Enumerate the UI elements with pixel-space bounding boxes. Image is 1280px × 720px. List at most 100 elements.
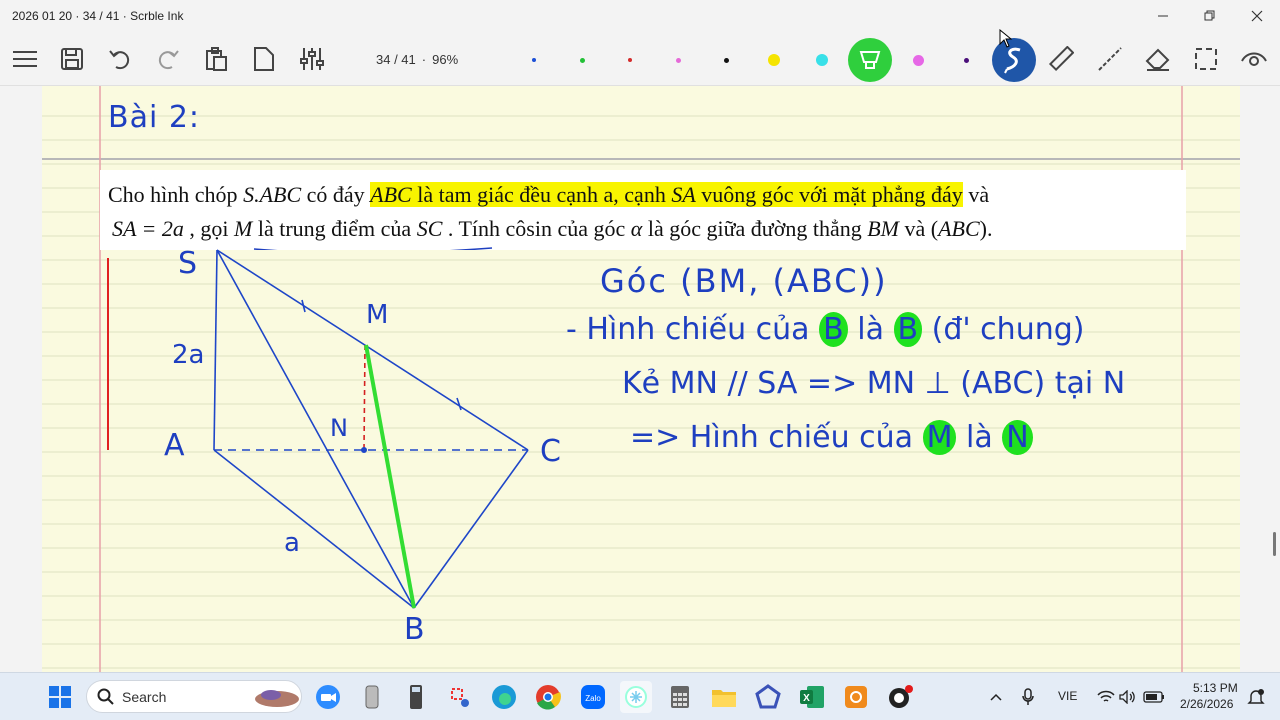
chevron-up-icon — [990, 693, 1002, 701]
pen-color-5[interactable] — [723, 57, 729, 63]
minimize-icon — [1158, 15, 1168, 17]
line-icon — [1098, 47, 1122, 71]
exercise-heading: Bài 2: — [108, 100, 201, 135]
zalo-app[interactable]: Zalo — [577, 681, 609, 713]
microphone-icon — [1022, 688, 1034, 705]
svg-text:Zalo: Zalo — [585, 694, 601, 703]
obs-app[interactable] — [884, 681, 916, 713]
problem-statement: Cho hình chóp S.ABC có đáy ABC là tam gi… — [100, 170, 1186, 250]
separator-dot: · — [421, 52, 427, 67]
chrome-app[interactable] — [532, 681, 564, 713]
scrble-ink-app[interactable] — [620, 681, 652, 713]
casio-app[interactable] — [400, 681, 432, 713]
work-text: - Hình chiếu của — [566, 312, 810, 347]
edge-app[interactable] — [488, 681, 520, 713]
snip-icon — [451, 688, 469, 707]
label-N: N — [330, 414, 348, 442]
work-line-1: Góc (BM, (ABC)) — [600, 262, 888, 300]
windows-icon — [49, 686, 71, 708]
save-icon — [61, 48, 83, 70]
view-button[interactable] — [1234, 38, 1274, 80]
pen-color-4[interactable] — [675, 57, 681, 63]
gallery-app[interactable] — [752, 681, 784, 713]
calculator-icon — [410, 685, 422, 709]
lasso-icon — [1004, 47, 1021, 74]
clipboard-icon — [206, 47, 227, 71]
taskbar: Search Zalo X VIE 5:13 PM 2/26/2026 — [0, 672, 1280, 720]
svg-text:X: X — [803, 693, 810, 704]
pen-color-1[interactable] — [532, 58, 536, 62]
highlighter-tool[interactable] — [848, 38, 892, 82]
menu-button[interactable] — [5, 38, 45, 80]
taskbar-search[interactable]: Search — [86, 680, 302, 713]
app-orange[interactable] — [840, 681, 872, 713]
app-window: 2026 01 20 · 34 / 41 · Scrble Ink 34 / 4… — [0, 0, 1280, 720]
work-highlight-N: N — [1002, 420, 1033, 455]
work-line-4: => Hình chiếu của M là N — [630, 420, 1033, 455]
scrble-ink-icon — [625, 686, 647, 708]
pen-color-7[interactable] — [816, 54, 828, 66]
pen-color-3[interactable] — [628, 58, 632, 62]
label-A: A — [164, 428, 185, 463]
edge-icon — [492, 685, 516, 709]
notifications-button[interactable] — [1240, 681, 1272, 713]
show-hidden-icons-button[interactable] — [980, 681, 1012, 713]
obs-icon — [889, 685, 913, 708]
calculator-small-app[interactable] — [356, 681, 388, 713]
pen-color-9[interactable] — [912, 54, 924, 66]
label-C: C — [540, 434, 561, 469]
paste-button[interactable] — [196, 38, 236, 80]
label-S: S — [178, 246, 198, 281]
redo-button[interactable] — [148, 38, 188, 80]
ruler-tool[interactable] — [1041, 38, 1081, 80]
zoom-icon — [316, 685, 340, 709]
pen-color-2[interactable] — [579, 57, 585, 63]
save-button[interactable] — [52, 38, 92, 80]
page-indicator[interactable]: 34 / 41 · 96% — [376, 52, 458, 67]
restore-button[interactable] — [1187, 0, 1233, 32]
underline-mark — [253, 247, 493, 250]
work-highlight-B: B — [893, 312, 923, 347]
calculator-grid-icon — [671, 686, 689, 708]
input-language[interactable]: VIE — [1058, 689, 1077, 703]
excel-icon: X — [800, 686, 824, 708]
work-highlight-M: M — [922, 420, 957, 455]
minimize-button[interactable] — [1140, 0, 1186, 32]
window-title: 2026 01 20 · 34 / 41 · Scrble Ink — [12, 9, 184, 23]
file-explorer-app[interactable] — [708, 681, 740, 713]
clock-time[interactable]: 5:13 PM — [1193, 681, 1238, 695]
undo-button[interactable] — [100, 38, 140, 80]
eraser-tool[interactable] — [1138, 38, 1178, 80]
work-text: (đ' chung) — [931, 312, 1085, 347]
clock-date[interactable]: 2/26/2026 — [1180, 697, 1233, 711]
select-tool[interactable] — [1186, 38, 1226, 80]
snipping-app[interactable] — [444, 681, 476, 713]
new-page-button[interactable] — [244, 38, 284, 80]
redo-icon — [158, 50, 179, 70]
zoom-level: 96% — [432, 52, 459, 67]
close-button[interactable] — [1234, 0, 1280, 32]
work-line-2: - Hình chiếu của B là B (đ' chung) — [566, 312, 1084, 347]
mouse-cursor-icon — [999, 29, 1013, 48]
pentagon-icon — [755, 684, 781, 709]
chrome-icon — [536, 685, 561, 710]
scrollbar-thumb[interactable] — [1273, 532, 1276, 556]
pen-color-10[interactable] — [963, 57, 969, 63]
settings-button[interactable] — [292, 38, 332, 80]
excel-app[interactable]: X — [796, 681, 828, 713]
eraser-icon — [1145, 48, 1170, 71]
battery-button[interactable] — [1138, 681, 1170, 713]
work-text: là — [966, 420, 993, 455]
calculator-app[interactable] — [664, 681, 696, 713]
hamburger-icon — [13, 51, 37, 67]
work-line-3: Kẻ MN // SA => MN ⊥ (ABC) tại N — [622, 366, 1126, 401]
highlighter-icon — [859, 51, 881, 69]
microphone-button[interactable] — [1012, 681, 1044, 713]
label-AB-length: a — [284, 528, 300, 558]
pen-color-6[interactable] — [768, 54, 780, 66]
restore-icon — [1204, 10, 1215, 21]
label-M: M — [366, 300, 389, 330]
zoom-app[interactable] — [312, 681, 344, 713]
line-tool[interactable] — [1090, 38, 1130, 80]
start-button[interactable] — [44, 681, 76, 713]
